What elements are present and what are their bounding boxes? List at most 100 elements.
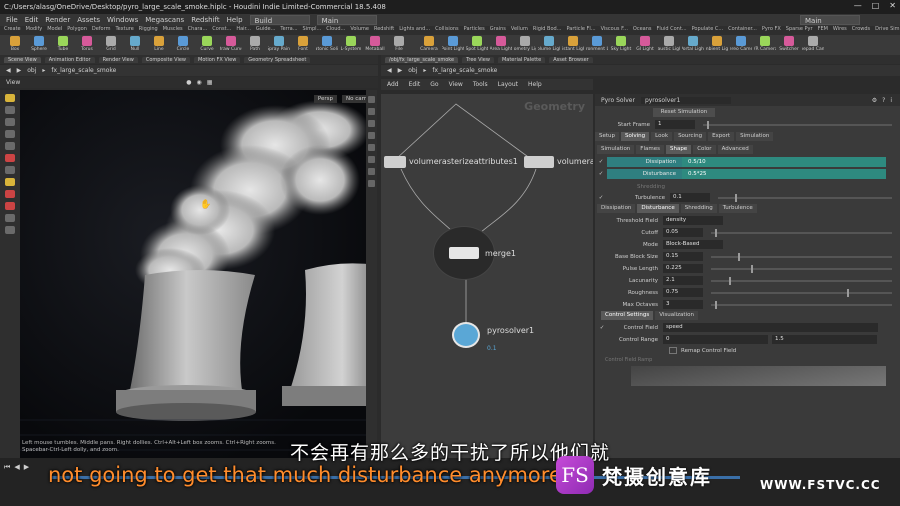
shelf-tab[interactable]: Grains [490,26,506,35]
param-field[interactable]: 0.15 [663,252,703,261]
shelf-tool[interactable]: Distant Light [562,35,584,52]
control-field-input[interactable]: speed [663,323,878,332]
shelf-tool[interactable]: Sky Light [610,35,632,52]
disturbance-checkbox[interactable]: ✓ [595,171,607,177]
net-menu-layout[interactable]: Layout [498,81,518,88]
shelf-tool[interactable]: Environment Light [586,35,608,52]
volumerasterize-node[interactable] [384,156,406,168]
shelf-tab[interactable]: Crowds [852,26,870,35]
shelf-tab[interactable]: Pyro FX [762,26,781,35]
view-tool-icon[interactable] [5,166,15,174]
maximize-icon[interactable]: □ [872,1,880,10]
scale-tool-icon[interactable] [5,130,15,138]
brush-tool-icon[interactable] [5,178,15,186]
desktop-select-build[interactable]: Build [249,15,310,25]
pose-tool-icon[interactable] [5,154,15,162]
subtab-flames[interactable]: Flames [636,145,664,154]
param-slider[interactable] [711,228,892,237]
subtab-shredding[interactable]: Shredding [680,204,717,213]
network-editor[interactable]: Geometry volumerasterizeattributes1 volu… [381,94,593,458]
start-frame-field[interactable]: 1 [655,120,695,129]
shelf-tab[interactable]: Model [47,26,62,35]
shelf-tab[interactable]: Rigging [139,26,158,35]
desktop-select-main[interactable]: Main [316,15,377,25]
tab-look[interactable]: Look [651,132,673,141]
shelf-tool[interactable]: Spot Light [466,35,488,52]
handle-tool-icon[interactable] [5,142,15,150]
merge-node[interactable] [449,247,479,259]
turbulence-checkbox[interactable]: ✓ [595,195,607,201]
shelf-tab[interactable]: Terra... [280,26,297,35]
display-icon[interactable]: ◉ [197,79,202,86]
shelf-tool[interactable]: Stereo Camera [730,35,752,52]
shelf-tool[interactable]: Box [4,35,26,55]
tab-setup[interactable]: Setup [595,132,620,141]
control-field-ramp[interactable] [631,366,886,386]
menu-file[interactable]: File [6,16,18,24]
snap-icon[interactable]: ● [186,79,191,86]
subtab-dissipation[interactable]: Dissipation [597,204,636,213]
shelf-tab[interactable]: Lights and... [399,26,430,35]
info-icon[interactable]: i [890,97,892,104]
shelf-tab[interactable]: Volume [350,26,369,35]
tab-composite-view[interactable]: Composite View [141,56,190,63]
menu-redshift[interactable]: Redshift [191,16,219,24]
back-icon[interactable]: ◀ [387,67,392,74]
path-obj[interactable]: obj [408,67,417,74]
shelf-tab[interactable]: Fluid Cont... [657,26,687,35]
tab-material-palette[interactable]: Material Palette [497,56,546,63]
tab-render-view[interactable]: Render View [98,56,138,63]
net-menu-go[interactable]: Go [430,81,438,88]
shelf-tab[interactable]: Sparse Pyr [786,26,813,35]
shelf-tab[interactable]: Simpl... [303,26,322,35]
shelf-tab[interactable]: Chara... [188,26,208,35]
dissipation-field[interactable]: 0.5/10 [682,157,886,167]
shading-icon[interactable] [368,120,375,127]
param-field[interactable]: 0.75 [663,288,703,297]
param-field[interactable]: 0.225 [663,264,703,273]
tab-sourcing[interactable]: Sourcing [674,132,707,141]
subtab-simulation[interactable]: Simulation [597,145,635,154]
path-obj[interactable]: obj [27,67,36,74]
subtab-advanced[interactable]: Advanced [717,145,753,154]
subtab-color[interactable]: Color [693,145,716,154]
shelf-tool[interactable]: Tube [52,35,74,55]
net-menu-help[interactable]: Help [528,81,542,88]
param-slider[interactable] [711,264,892,273]
shelf-tool[interactable]: Font [292,35,314,55]
persp-menu[interactable]: Persp [313,95,337,103]
shelf-tool[interactable]: Null [124,35,146,55]
control-range-min[interactable]: 0 [663,335,768,344]
param-slider[interactable] [711,252,892,261]
shelf-tab[interactable]: Collisions [435,26,459,35]
shelf-tool[interactable]: Volume Light [538,35,560,52]
shelf-tab[interactable]: Container... [728,26,757,35]
shelf-tab[interactable]: Create [4,26,21,35]
menu-megascans[interactable]: Megascans [145,16,184,24]
shelf-tool[interactable]: Area Light [490,35,512,52]
shelf-tab[interactable]: Wires [833,26,847,35]
node-name-field[interactable]: pyrosolver1 [640,96,731,104]
menu-edit[interactable]: Edit [25,16,39,24]
param-slider[interactable] [711,288,892,297]
shelf-tab[interactable]: Hair... [236,26,251,35]
tab-asset-browser[interactable]: Asset Browser [549,56,593,63]
shelf-tool[interactable]: Grid [100,35,122,55]
shelf-tab[interactable]: Texture [115,26,133,35]
shelf-tool[interactable]: Spray Paint [268,35,290,55]
tab-geometry-spreadsheet[interactable]: Geometry Spreadsheet [244,56,311,63]
paint-tool-icon[interactable] [5,190,15,198]
wireframe-icon[interactable] [368,108,375,115]
shelf-tool[interactable]: Caustic Light [658,35,680,52]
menu-render[interactable]: Render [45,16,70,24]
move-tool-icon[interactable] [5,106,15,114]
shelf-tab[interactable]: Muscles [163,26,183,35]
shelf-tab[interactable]: Drive Sim... [875,26,900,35]
shelf-tab[interactable]: Particles [464,26,485,35]
minimize-icon[interactable]: — [854,1,862,10]
forward-icon[interactable]: ▶ [17,67,22,74]
shelf-tool[interactable]: Curve [196,35,218,55]
dissipation-checkbox[interactable]: ✓ [595,159,607,165]
param-field[interactable]: density [663,216,723,225]
tab-tree-view[interactable]: Tree View [462,56,494,63]
